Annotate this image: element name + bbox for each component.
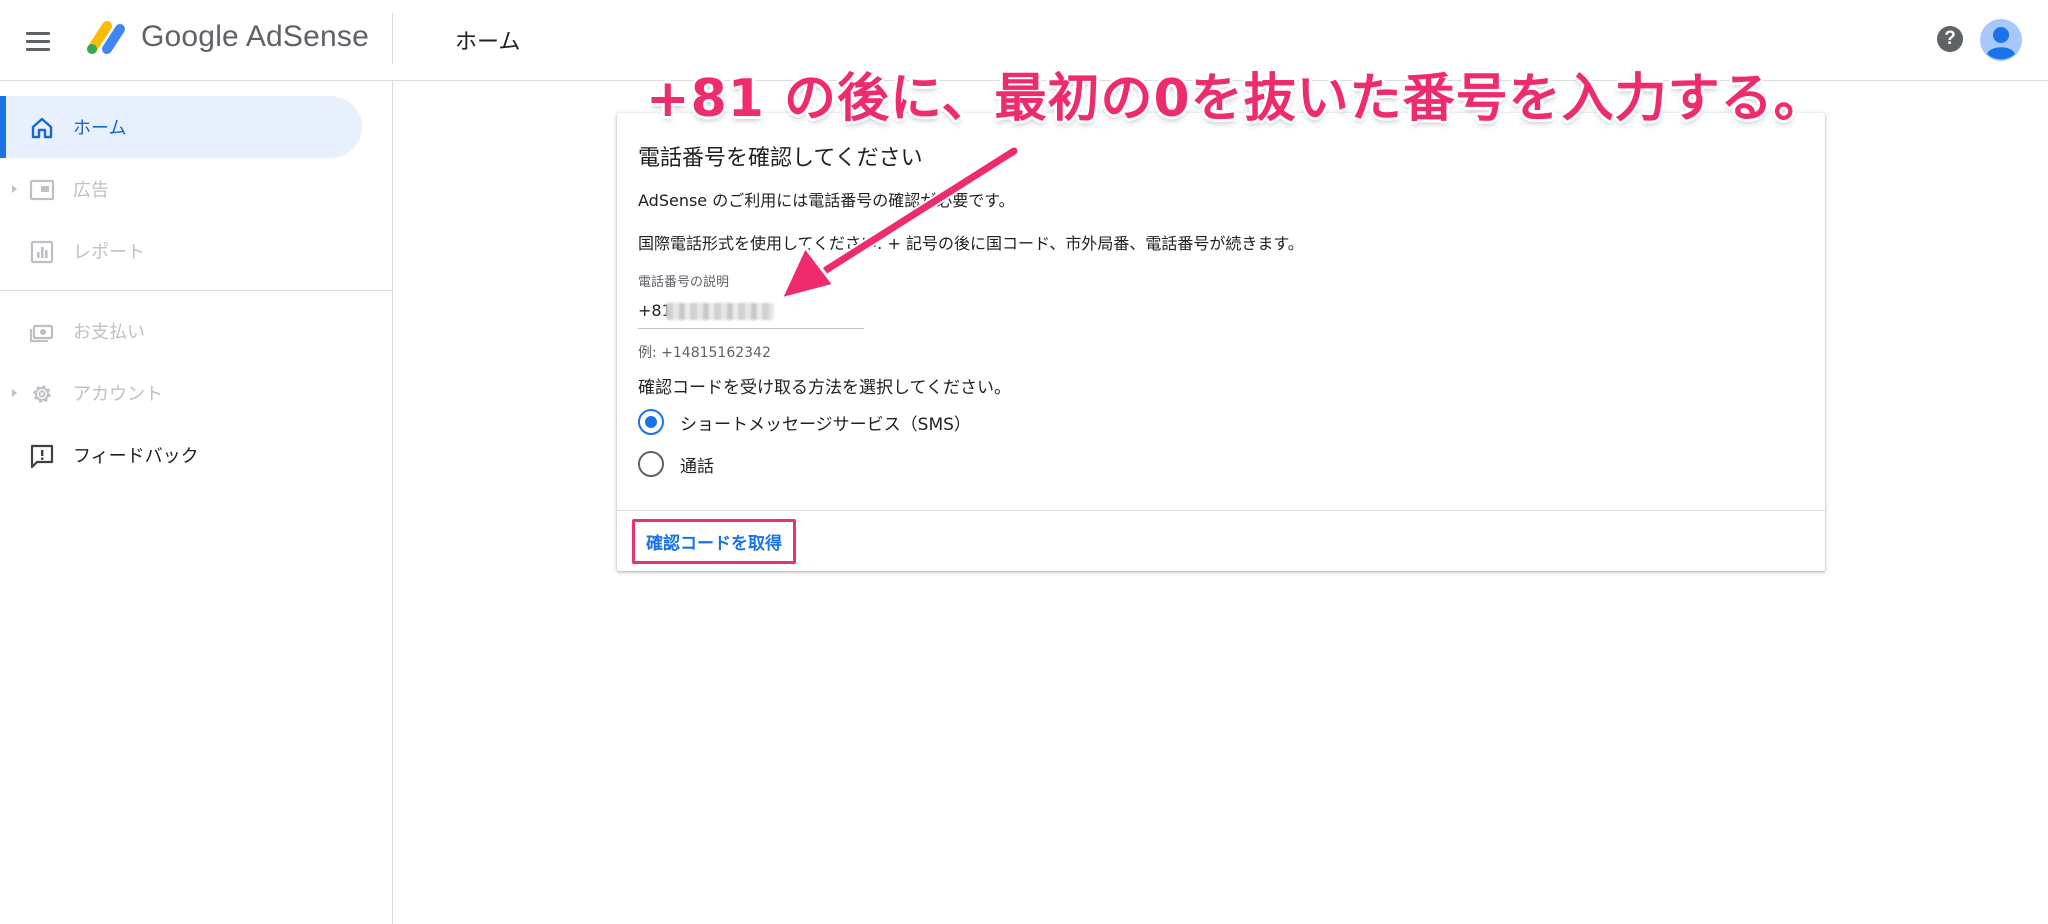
adsense-logo-icon [87, 21, 125, 54]
format-instruction: 国際電話形式を使用してください: + 記号の後に国コード、市外局番、電話番号が続… [638, 234, 1304, 253]
method-option-call[interactable]: 通話 [638, 450, 714, 478]
topbar-divider [392, 12, 393, 64]
gear-icon [33, 385, 51, 403]
method-question: 確認コードを受け取る方法を選択してください。 [638, 378, 1011, 398]
sidebar-item-label: アカウント [73, 384, 163, 405]
avatar[interactable] [1980, 19, 2022, 61]
sidebar-item-label: お支払い [73, 322, 145, 343]
sidebar-item-label: 広告 [73, 180, 109, 201]
sms-radio[interactable] [638, 409, 664, 435]
sidebar-nav: ホーム 広告 レポート お支払い アカウント フィードバック [0, 81, 393, 924]
card-divider [617, 510, 1825, 511]
call-radio[interactable] [638, 451, 664, 477]
annotation-caption: +81 の後に、最初の0を抜いた番号を入力する。 [646, 69, 1827, 129]
sidebar-item-account[interactable]: アカウント [0, 362, 362, 424]
sidebar-item-label: レポート [73, 242, 145, 263]
sidebar-item-payments[interactable]: お支払い [0, 300, 362, 362]
help-icon[interactable]: ? [1937, 26, 1963, 52]
ads-icon [29, 179, 55, 201]
sidebar-item-reports[interactable]: レポート [0, 220, 362, 282]
product-name: Google AdSense [141, 20, 369, 53]
radio-label: 通話 [680, 457, 714, 477]
method-option-sms[interactable]: ショートメッセージサービス（SMS） [638, 408, 971, 436]
redacted-number [666, 303, 774, 320]
phone-verification-card: 電話番号を確認してください AdSense のご利用には電話番号の確認が必要です… [617, 113, 1825, 571]
sidebar-item-home[interactable]: ホーム [0, 96, 362, 158]
phone-field-label: 電話番号の説明 [638, 275, 730, 290]
sidebar-item-feedback[interactable]: フィードバック [0, 424, 362, 486]
payments-icon [29, 324, 54, 343]
radio-label: ショートメッセージサービス（SMS） [680, 415, 971, 435]
phone-field-hint: 例: +14815162342 [638, 345, 771, 361]
get-code-button[interactable]: 確認コードを取得 [632, 519, 796, 564]
home-icon [31, 117, 53, 139]
card-description: AdSense のご利用には電話番号の確認が必要です。 [638, 191, 1015, 210]
sidebar-divider [0, 290, 393, 291]
expand-caret-icon [12, 389, 17, 397]
get-code-label: 確認コードを取得 [646, 534, 782, 554]
sidebar-item-label: フィードバック [73, 446, 199, 467]
expand-caret-icon [12, 185, 17, 193]
phone-number-input[interactable]: +81 [638, 299, 864, 329]
feedback-icon [30, 444, 54, 469]
hamburger-menu-icon[interactable] [26, 24, 60, 58]
card-title: 電話番号を確認してください [638, 146, 923, 171]
page-title: ホーム [455, 30, 521, 55]
sidebar-item-ads[interactable]: 広告 [0, 158, 362, 220]
report-icon [30, 240, 54, 264]
sidebar-item-label: ホーム [73, 118, 127, 139]
